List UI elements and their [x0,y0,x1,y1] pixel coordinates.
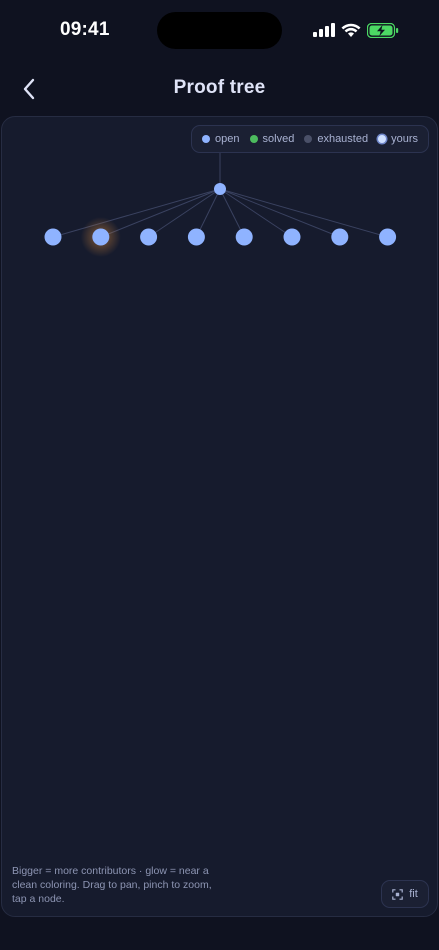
tree-panel[interactable]: open solved exhausted yours Bigger = more c… [1,116,438,917]
signal-icon [313,23,335,37]
dynamic-island [157,12,282,49]
legend-dot-solved [249,135,258,143]
legend-item-exhausted: exhausted [304,133,368,145]
legend-item-yours: yours [378,133,418,145]
legend: open solved exhausted yours [191,125,429,153]
tree-node-child-7[interactable] [331,228,349,246]
legend-label: yours [391,133,418,145]
fit-label: fit [409,888,418,900]
screen: 09:41 Proof tree open solved exhausted your… [0,0,439,950]
tree-node-child-8[interactable] [379,228,397,246]
legend-item-solved: solved [249,133,295,145]
legend-item-open: open [202,133,240,145]
tree-node-child-4[interactable] [187,228,205,246]
tree-node-root[interactable] [214,183,226,195]
status-icons [313,21,399,39]
proof-tree-graph[interactable] [2,117,438,917]
tree-node-child-3[interactable] [140,228,158,246]
wifi-icon [341,23,361,37]
legend-dot-exhausted [304,135,313,143]
legend-dot-open [202,135,211,143]
hint-text: Bigger = more contributors · glow = near… [12,865,212,905]
status-time: 09:41 [60,19,110,40]
tree-node-child-2[interactable] [92,228,110,246]
legend-label: open [215,133,240,145]
fit-button[interactable]: fit [381,880,429,908]
legend-label: solved [262,133,295,145]
fit-icon [392,888,404,900]
tree-node-child-1[interactable] [44,228,62,246]
legend-label: exhausted [317,133,369,145]
tree-node-child-6[interactable] [283,228,301,246]
tree-node-child-5[interactable] [235,228,253,246]
battery-charging-icon [367,22,399,38]
page-title: Proof tree [173,77,266,98]
tree-edge [219,188,340,238]
legend-dot-yours [378,135,387,143]
